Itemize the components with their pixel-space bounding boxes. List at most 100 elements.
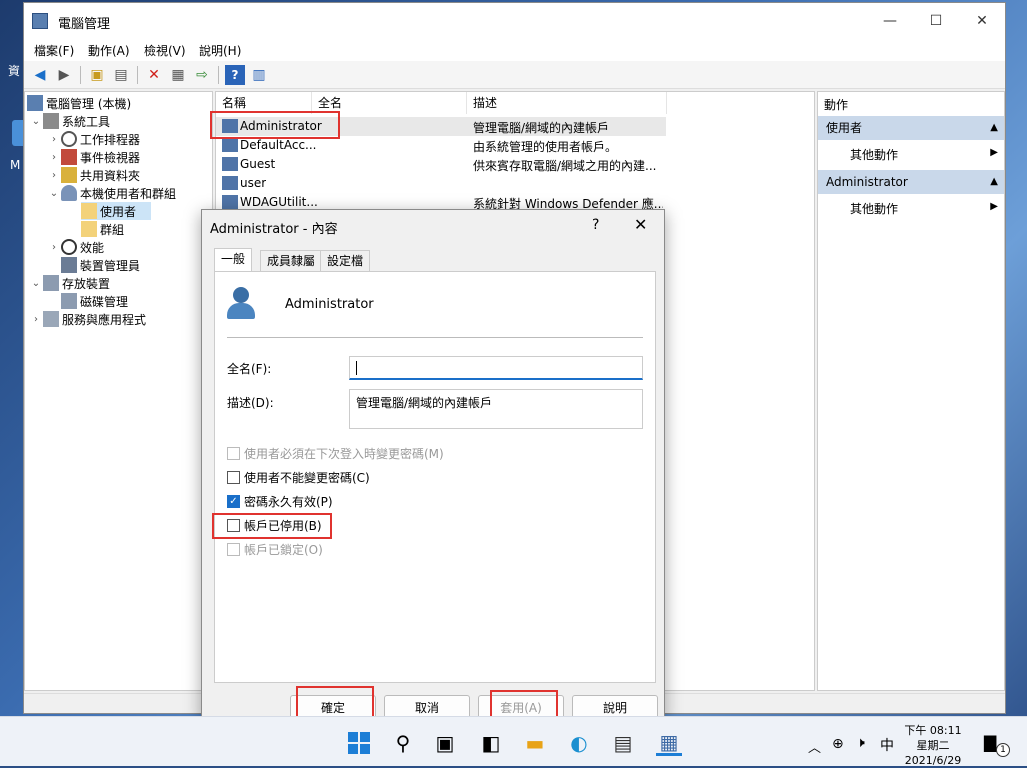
tree-item-event-viewer[interactable]: › 事件檢視器 bbox=[47, 148, 140, 166]
widgets-icon[interactable]: ◧ bbox=[478, 730, 504, 756]
back-arrow-icon[interactable]: ◀ bbox=[30, 65, 50, 85]
tree-item-system-tools[interactable]: ⌄ 系統工具 bbox=[29, 112, 110, 130]
fullname-input[interactable] bbox=[349, 356, 643, 380]
password-never-expires-checkbox[interactable]: ✓ 密碼永久有效(P) bbox=[227, 492, 333, 510]
desktop-icon-label-2: M bbox=[10, 158, 21, 172]
more-actions-administrator[interactable]: 其他動作 bbox=[850, 200, 898, 217]
dialog-close-button[interactable]: ✕ bbox=[634, 215, 647, 234]
microsoft-store-icon[interactable]: ▤ bbox=[610, 730, 636, 756]
actions-pane: 動作 使用者 ▲ 其他動作 ▶ Administrator ▲ 其他動作 ▶ bbox=[817, 91, 1005, 691]
event-viewer-icon bbox=[61, 149, 77, 165]
show-hidden-icons-chevron[interactable]: ︿ bbox=[808, 737, 821, 756]
collapse-up-icon[interactable]: ▲ bbox=[990, 116, 998, 140]
must-change-password-checkbox[interactable]: 使用者必須在下次登入時變更密碼(M) bbox=[227, 444, 444, 462]
tree-item-computer-management[interactable]: 電腦管理 (本機) bbox=[27, 94, 131, 112]
tree-item-label: 事件檢視器 bbox=[80, 150, 141, 165]
minimize-button[interactable]: — bbox=[867, 3, 913, 39]
file-explorer-icon[interactable]: ▬ bbox=[522, 730, 548, 756]
tree-item-task-scheduler[interactable]: › 工作排程器 bbox=[47, 130, 140, 148]
dialog-help-button[interactable]: ? bbox=[592, 217, 599, 233]
chevron-down-icon[interactable]: ⌄ bbox=[29, 278, 43, 289]
more-actions-label: 其他動作 bbox=[850, 148, 899, 162]
user-avatar-icon bbox=[227, 287, 257, 321]
tree-item-performance[interactable]: › 效能 bbox=[47, 238, 104, 256]
notification-icon[interactable]: ▇ bbox=[984, 733, 996, 752]
chevron-down-icon[interactable]: ⌄ bbox=[47, 188, 61, 199]
tree-item-services-apps[interactable]: › 服務與應用程式 bbox=[29, 310, 146, 328]
taskbar: ⚲ ▣ ◧ ▬ ◐ ▤ ▦ ︿ ⊕ 🕨 中 下午 08:11 星期二 2021/… bbox=[0, 716, 1027, 768]
divider bbox=[227, 337, 643, 338]
tree-item-device-manager[interactable]: 裝置管理員 bbox=[61, 256, 140, 274]
input-language-indicator[interactable]: 中 bbox=[880, 735, 894, 755]
tree-item-local-users-groups[interactable]: ⌄ 本機使用者和群組 bbox=[47, 184, 176, 202]
show-action-pane-icon[interactable]: ▥ bbox=[249, 65, 269, 85]
computer-management-taskbar-icon[interactable]: ▦ bbox=[656, 730, 682, 756]
tree-item-shared-folders[interactable]: › 共用資料夾 bbox=[47, 166, 140, 184]
tree-item-label: 系統工具 bbox=[62, 114, 111, 129]
list-row-guest[interactable]: Guest 供來賓存取電腦/網域之用的內建... bbox=[216, 155, 666, 174]
action-section-title: 使用者 bbox=[826, 121, 863, 135]
chevron-right-icon[interactable]: › bbox=[47, 170, 61, 181]
close-button[interactable]: ✕ bbox=[959, 3, 1005, 39]
cannot-change-password-checkbox[interactable]: 使用者不能變更密碼(C) bbox=[227, 468, 370, 486]
menu-help[interactable]: 說明(H) bbox=[199, 42, 241, 59]
chevron-down-icon[interactable]: ⌄ bbox=[29, 116, 43, 127]
help-icon[interactable]: ? bbox=[225, 64, 245, 85]
tree-item-label: 效能 bbox=[80, 240, 105, 255]
toolbar: ◀ ▶ ▣ ▤ ✕ ▦ ⇨ ? ▥ bbox=[24, 61, 1005, 89]
chevron-right-icon[interactable]: › bbox=[47, 242, 61, 253]
user-icon bbox=[222, 138, 238, 152]
edge-browser-icon[interactable]: ◐ bbox=[566, 730, 592, 756]
network-globe-icon[interactable]: ⊕ bbox=[832, 736, 844, 752]
action-section-users[interactable]: 使用者 ▲ bbox=[818, 116, 1004, 140]
start-windows-icon[interactable] bbox=[346, 730, 372, 756]
forward-arrow-icon[interactable]: ▶ bbox=[54, 65, 74, 85]
tree-item-groups[interactable]: 群組 bbox=[81, 220, 124, 238]
menu-file[interactable]: 檔案(F) bbox=[34, 42, 74, 59]
task-view-icon[interactable]: ▣ bbox=[432, 730, 458, 756]
toolbar-separator bbox=[80, 65, 81, 84]
checkbox-box[interactable] bbox=[227, 446, 240, 460]
actions-header: 動作 bbox=[824, 98, 849, 112]
tab-general[interactable]: 一般 bbox=[214, 248, 253, 272]
chevron-right-icon[interactable]: › bbox=[29, 314, 43, 325]
checkbox-box[interactable] bbox=[227, 470, 240, 484]
chevron-right-icon[interactable]: › bbox=[47, 134, 61, 145]
maximize-button[interactable]: ☐ bbox=[913, 3, 959, 39]
up-folder-icon[interactable]: ▣ bbox=[87, 65, 107, 85]
tab-member-of[interactable]: 成員隸屬 bbox=[260, 250, 323, 272]
column-header-description[interactable]: 描述 bbox=[467, 92, 667, 114]
performance-icon bbox=[61, 239, 77, 255]
tree-item-disk-management[interactable]: 磁碟管理 bbox=[61, 292, 128, 310]
menu-action[interactable]: 動作(A) bbox=[88, 42, 130, 59]
user-name: WDAGUtilit... bbox=[240, 195, 318, 209]
export-list-icon[interactable]: ⇨ bbox=[192, 65, 212, 85]
account-locked-checkbox[interactable]: 帳戶已鎖定(O) bbox=[227, 540, 323, 558]
more-actions-users[interactable]: 其他動作 bbox=[850, 146, 898, 163]
tree-item-label: 群組 bbox=[100, 222, 125, 237]
action-section-administrator[interactable]: Administrator ▲ bbox=[818, 170, 1004, 194]
delete-icon[interactable]: ✕ bbox=[144, 65, 164, 85]
speaker-icon[interactable]: 🕨 bbox=[856, 735, 865, 751]
submenu-arrow-icon[interactable]: ▶ bbox=[990, 147, 998, 158]
tab-profile[interactable]: 設定檔 bbox=[320, 250, 371, 272]
chevron-right-icon[interactable]: › bbox=[47, 152, 61, 163]
checkbox-label: 帳戶已鎖定(O) bbox=[244, 542, 323, 557]
checkbox-box[interactable] bbox=[227, 542, 240, 556]
list-row-user[interactable]: user bbox=[216, 174, 666, 193]
collapse-up-icon[interactable]: ▲ bbox=[990, 170, 998, 194]
highlight-apply-button bbox=[490, 690, 558, 718]
description-input[interactable]: 管理電腦/網域的內建帳戶 bbox=[349, 389, 643, 429]
checkmark-icon[interactable]: ✓ bbox=[227, 494, 240, 508]
properties-icon[interactable]: ▦ bbox=[168, 65, 188, 85]
menu-view[interactable]: 檢視(V) bbox=[144, 42, 186, 59]
search-icon[interactable]: ⚲ bbox=[390, 730, 416, 756]
submenu-arrow-icon[interactable]: ▶ bbox=[990, 201, 998, 212]
show-hide-tree-icon[interactable]: ▤ bbox=[111, 65, 131, 85]
checkbox-label: 使用者必須在下次登入時變更密碼(M) bbox=[244, 446, 444, 461]
title-bar[interactable]: 電腦管理 — ☐ ✕ bbox=[24, 3, 1005, 39]
tree-item-storage[interactable]: ⌄ 存放裝置 bbox=[29, 274, 110, 292]
tree-item-label: 磁碟管理 bbox=[80, 294, 129, 309]
clock[interactable]: 下午 08:11 星期二 2021/6/29 bbox=[902, 723, 964, 768]
tree-item-users[interactable]: 使用者 bbox=[81, 202, 151, 220]
